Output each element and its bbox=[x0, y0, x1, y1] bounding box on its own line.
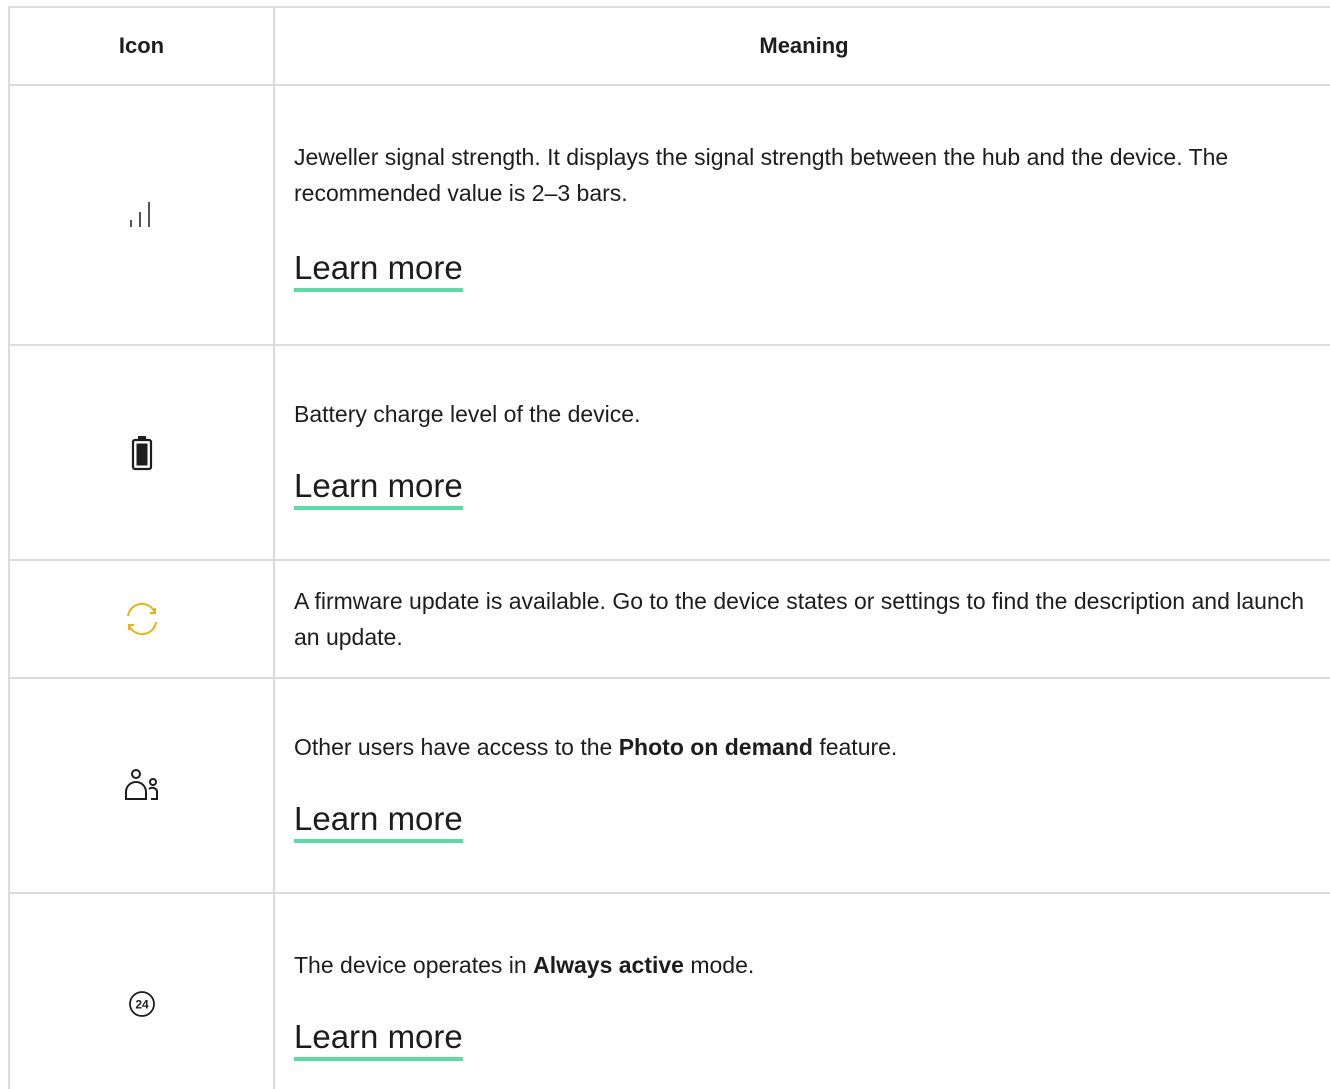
learn-more-link-always-active[interactable]: Learn more bbox=[294, 1018, 463, 1061]
signal-description: Jeweller signal strength. It displays th… bbox=[294, 143, 1229, 206]
always-active-term: Always active bbox=[533, 952, 684, 978]
always-active-description: The device operates in Always active mod… bbox=[294, 952, 755, 978]
battery-description: Battery charge level of the device. bbox=[294, 400, 641, 427]
icon-cell bbox=[8, 559, 275, 679]
icons-table: Icon Meaning Jeweller signal strength. I… bbox=[8, 6, 1330, 1089]
photo-on-demand-term: Photo on demand bbox=[618, 733, 813, 760]
photo-on-demand-description: Other users have access to the Photo on … bbox=[294, 733, 898, 760]
table-row: Other users have access to the Photo on … bbox=[8, 677, 1330, 894]
learn-more-link-photo-on-demand[interactable]: Learn more bbox=[294, 800, 463, 843]
always-active-24-icon: 24 bbox=[126, 991, 158, 1017]
icon-cell bbox=[8, 344, 275, 561]
signal-strength-icon bbox=[127, 202, 157, 227]
icons-table-container: Icon Meaning Jeweller signal strength. I… bbox=[0, 0, 1330, 1089]
icon-cell bbox=[8, 677, 275, 894]
table-row: 24 The device operates in Always active … bbox=[8, 892, 1330, 1089]
table-row: Battery charge level of the device. Lear… bbox=[8, 344, 1330, 561]
meaning-cell: Jeweller signal strength. It displays th… bbox=[273, 84, 1330, 346]
table-row: A firmware update is available. Go to th… bbox=[8, 559, 1330, 679]
header-icon: Icon bbox=[8, 6, 275, 86]
learn-more-link-battery[interactable]: Learn more bbox=[294, 467, 463, 510]
icon-cell bbox=[8, 84, 275, 346]
meaning-cell: A firmware update is available. Go to th… bbox=[273, 559, 1330, 679]
users-access-icon bbox=[122, 768, 162, 800]
icon-cell: 24 bbox=[8, 892, 275, 1089]
svg-text:24: 24 bbox=[135, 998, 149, 1012]
table-row: Jeweller signal strength. It displays th… bbox=[8, 84, 1330, 346]
meaning-cell: Other users have access to the Photo on … bbox=[273, 677, 1330, 894]
battery-icon bbox=[130, 435, 154, 470]
learn-more-link-signal[interactable]: Learn more bbox=[294, 249, 463, 292]
table-header-row: Icon Meaning bbox=[8, 6, 1330, 86]
meaning-cell: Battery charge level of the device. Lear… bbox=[273, 344, 1330, 561]
firmware-update-icon bbox=[122, 602, 162, 636]
meaning-cell: The device operates in Always active mod… bbox=[273, 892, 1330, 1089]
header-meaning: Meaning bbox=[273, 6, 1330, 86]
firmware-description: A firmware update is available. Go to th… bbox=[294, 588, 1305, 650]
